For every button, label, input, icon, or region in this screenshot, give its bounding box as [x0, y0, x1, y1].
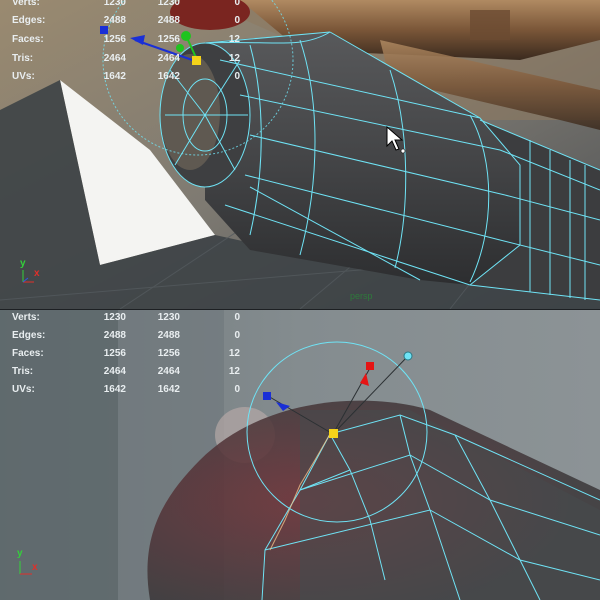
hud-value: 12	[228, 348, 240, 359]
hud-row-edges: Edges: 2488 2488 0	[0, 330, 240, 346]
hud-value: 1642	[157, 384, 180, 395]
hud-label: Verts:	[12, 312, 40, 323]
hud-value: 0	[234, 15, 240, 26]
hud-value: 1230	[103, 312, 126, 323]
hud-row-faces: Faces: 1256 1256 12	[0, 34, 240, 50]
hud-value: 1642	[157, 71, 180, 82]
hud-value: 2488	[103, 15, 126, 26]
hud-value: 2464	[103, 53, 126, 64]
axis-indicator-top: y x	[14, 258, 54, 288]
hud-row-verts: Verts: 1230 1230 0	[0, 312, 240, 328]
hud-value: 2464	[103, 366, 126, 377]
hud-row-uvs: UVs: 1642 1642 0	[0, 71, 240, 87]
hud-row-verts: Verts: 1230 1230 0	[0, 0, 240, 13]
hud-label: Verts:	[12, 0, 40, 8]
hud-value: 12	[228, 34, 240, 45]
axis-y-label: y	[20, 258, 26, 269]
manip-cyan-handle	[403, 351, 413, 361]
camera-name-label: persp	[350, 291, 373, 301]
hud-value: 2464	[157, 53, 180, 64]
hud-value: 0	[234, 384, 240, 395]
axis-indicator-bottom: y x	[12, 548, 52, 580]
hud-value: 0	[234, 312, 240, 323]
manip-red-handle	[366, 362, 374, 370]
hud-value: 0	[234, 330, 240, 341]
hud-value: 1256	[103, 34, 126, 45]
hud-value: 2488	[157, 15, 180, 26]
hud-value: 2488	[103, 330, 126, 341]
hud-label: Faces:	[12, 34, 44, 45]
hud-label: Edges:	[12, 330, 46, 341]
axis-x-label: x	[32, 562, 38, 573]
hud-value: 2488	[157, 330, 180, 341]
hud-label: UVs:	[12, 71, 35, 82]
hud-value: 12	[228, 366, 240, 377]
hud-label: Tris:	[12, 53, 34, 64]
axis-y-label: y	[17, 548, 23, 559]
hud-value: 1642	[103, 384, 126, 395]
hud-value: 1642	[103, 71, 126, 82]
hud-row-tris: Tris: 2464 2464 12	[0, 53, 240, 69]
hud-row-edges: Edges: 2488 2488 0	[0, 15, 240, 31]
top-viewport[interactable]: Verts: 1230 1230 0 Edges: 2488 2488 0 Fa…	[0, 0, 600, 309]
hud-value: 1256	[103, 348, 126, 359]
hud-label: UVs:	[12, 384, 35, 395]
hud-label: Tris:	[12, 366, 34, 377]
hud-value: 0	[234, 0, 240, 8]
hud-label: Edges:	[12, 15, 46, 26]
bottom-viewport[interactable]: Verts: 1230 1230 0 Edges: 2488 2488 0 Fa…	[0, 310, 600, 600]
manip-yellow-center	[329, 429, 338, 438]
hud-value: 1230	[157, 0, 180, 8]
hud-row-faces: Faces: 1256 1256 12	[0, 348, 240, 364]
hud-label: Faces:	[12, 348, 44, 359]
hud-value: 1256	[157, 34, 180, 45]
hud-value: 1256	[157, 348, 180, 359]
hud-value: 12	[228, 53, 240, 64]
hud-value: 1230	[157, 312, 180, 323]
hud-value: 1230	[103, 0, 126, 8]
hud-row-uvs: UVs: 1642 1642 0	[0, 384, 240, 400]
hud-value: 0	[234, 71, 240, 82]
hud-value: 2464	[157, 366, 180, 377]
manip-blue-handle	[263, 392, 271, 400]
mouse-cursor-icon	[386, 126, 406, 154]
hud-row-tris: Tris: 2464 2464 12	[0, 366, 240, 382]
axis-x-label: x	[34, 268, 40, 279]
